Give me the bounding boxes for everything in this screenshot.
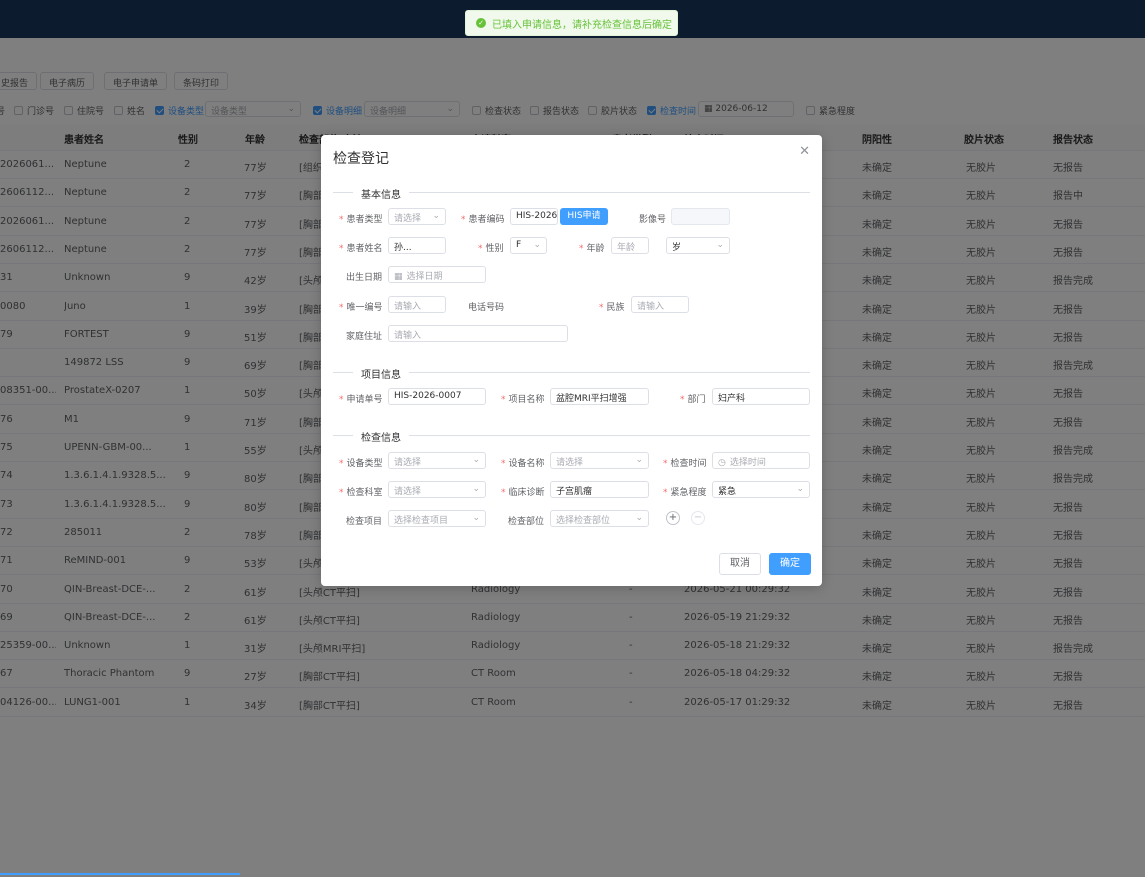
chevron-down-icon: ⌄ — [533, 240, 541, 250]
exam-room-label: * 检查科室 — [339, 488, 383, 498]
address-input[interactable]: 请输入 — [388, 325, 568, 342]
address-label: 家庭住址 — [346, 332, 383, 342]
exam-item-label: 检查项目 — [346, 517, 383, 527]
device-type-label: * 设备类型 — [339, 459, 383, 469]
uid-label: * 唯一编号 — [339, 303, 383, 313]
chevron-down-icon: ⌄ — [635, 513, 643, 523]
req-no-label: * 申请单号 — [339, 395, 383, 405]
sex-select[interactable]: F ⌄ — [510, 237, 547, 254]
clock-icon: ◷ — [718, 458, 726, 468]
chevron-down-icon: ⌄ — [472, 455, 480, 465]
check-circle-icon: ✓ — [476, 18, 486, 28]
exam-part-label: 检查部位 — [508, 517, 545, 527]
diagnosis-label: * 临床诊断 — [501, 488, 545, 498]
dialog-title: 检查登记 — [333, 151, 389, 167]
birth-date-label: 出生日期 — [346, 273, 383, 283]
remove-item-icon[interactable]: − — [691, 511, 705, 525]
patient-code-input[interactable]: HIS-2026- — [510, 208, 558, 225]
image-no-input[interactable] — [671, 208, 730, 225]
device-name-select[interactable]: 请选择 ⌄ — [550, 452, 649, 469]
age-label: * 年龄 — [579, 244, 605, 254]
patient-type-label: * 患者类型 — [339, 215, 383, 225]
age-input[interactable]: 年龄 — [611, 237, 649, 254]
uid-input[interactable]: 请输入 — [388, 296, 446, 313]
exam-item-select[interactable]: 选择检查项目 ⌄ — [388, 510, 486, 527]
patient-name-label: * 患者姓名 — [339, 244, 383, 254]
chevron-down-icon: ⌄ — [635, 455, 643, 465]
proj-name-label: * 项目名称 — [501, 395, 545, 405]
add-item-icon[interactable]: + — [666, 511, 680, 525]
exam-registration-dialog: 检查登记 ✕ 基本信息 * 患者类型 请选择 ⌄ * 患者编码 HIS-2026- H… — [321, 135, 822, 586]
chevron-down-icon: ⌄ — [796, 484, 804, 494]
section-project: 项目信息 — [333, 366, 810, 381]
patient-type-select[interactable]: 请选择 ⌄ — [388, 208, 446, 225]
proj-name-input[interactable]: 盆腔MRI平扫增强 — [550, 388, 649, 405]
device-name-label: * 设备名称 — [501, 459, 545, 469]
his-request-button[interactable]: HIS申请 — [560, 208, 608, 225]
phone-label: 电话号码 — [468, 303, 505, 313]
section-basic: 基本信息 — [333, 186, 810, 201]
close-icon[interactable]: ✕ — [799, 144, 810, 159]
exam-room-select[interactable]: 请选择 ⌄ — [388, 481, 486, 498]
cancel-button[interactable]: 取消 — [719, 553, 761, 575]
patient-name-input[interactable]: 孙... — [388, 237, 446, 254]
exam-time-picker[interactable]: ◷ 选择时间 — [712, 452, 810, 469]
chevron-down-icon: ⌄ — [432, 211, 440, 221]
chevron-down-icon: ⌄ — [472, 484, 480, 494]
urgency-select[interactable]: 紧急 ⌄ — [712, 481, 810, 498]
exam-part-select[interactable]: 选择检查部位 ⌄ — [550, 510, 649, 527]
chevron-down-icon: ⌄ — [716, 240, 724, 250]
chevron-down-icon: ⌄ — [472, 513, 480, 523]
patient-code-label: * 患者编码 — [461, 215, 505, 225]
urgency-label: * 紧急程度 — [663, 488, 707, 498]
ethnic-input[interactable]: 请输入 — [631, 296, 689, 313]
req-no-input[interactable]: HIS-2026-0007 — [388, 388, 486, 405]
section-exam: 检查信息 — [333, 429, 810, 444]
sex-label: * 性别 — [478, 244, 504, 254]
dept-label: * 部门 — [680, 395, 706, 405]
device-type-select[interactable]: 请选择 ⌄ — [388, 452, 486, 469]
toast-text: 已填入申请信息，请补充检查信息后确定 — [492, 19, 672, 31]
success-toast: ✓ 已填入申请信息，请补充检查信息后确定 — [465, 10, 678, 36]
scroll-indicator — [0, 873, 240, 875]
exam-time-label: * 检查时间 — [663, 459, 707, 469]
image-no-label: 影像号 — [639, 215, 667, 225]
diagnosis-input[interactable]: 子宫肌瘤 — [550, 481, 649, 498]
phone-input[interactable] — [510, 296, 568, 313]
confirm-button[interactable]: 确定 — [769, 553, 811, 575]
age-unit-select[interactable]: 岁 ⌄ — [666, 237, 730, 254]
dept-input[interactable]: 妇产科 — [712, 388, 810, 405]
birth-date-picker[interactable]: ▦ 选择日期 — [388, 266, 486, 283]
calendar-icon: ▦ — [394, 272, 403, 282]
ethnic-label: * 民族 — [599, 303, 625, 313]
